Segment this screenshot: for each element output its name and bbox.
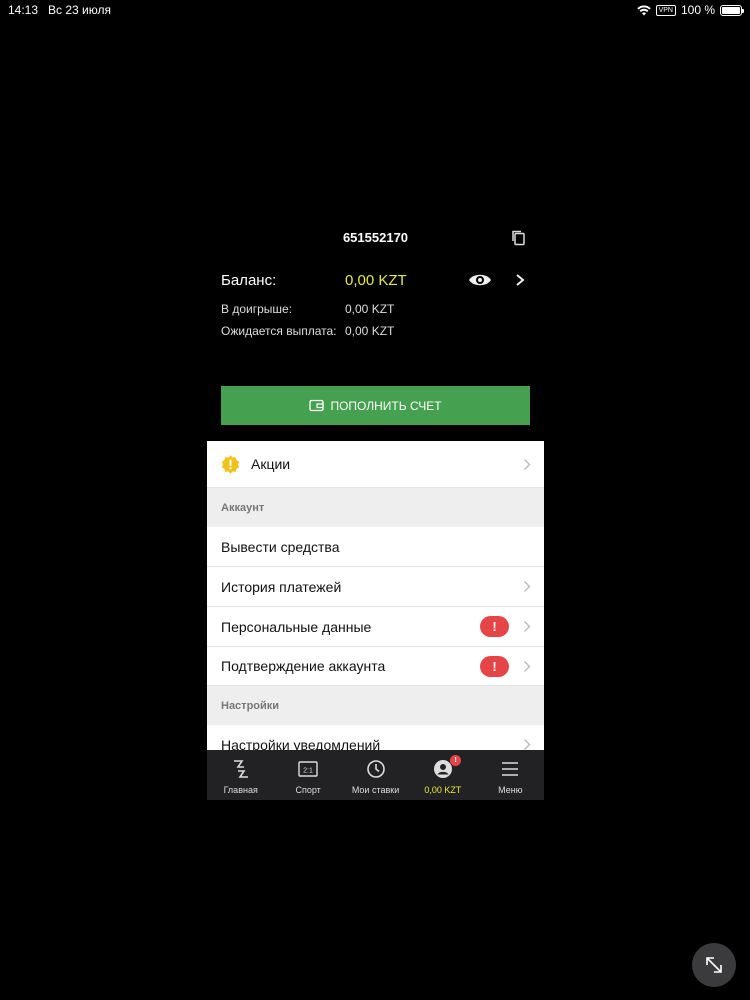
in-play-label: В доигрыше: xyxy=(221,302,293,316)
promo-badge-icon xyxy=(221,454,240,474)
tab-label: Главная xyxy=(223,785,258,795)
menu-item-label: Вывести средства xyxy=(221,538,340,555)
status-date: Вс 23 июля xyxy=(48,3,111,17)
expand-arrows-icon xyxy=(706,957,722,973)
alert-badge: ! xyxy=(480,656,509,677)
menu-item-label: Акции xyxy=(251,456,291,472)
tab-label: Мои ставки xyxy=(351,785,400,795)
chevron-right-icon[interactable] xyxy=(514,273,526,287)
hamburger-menu-icon xyxy=(502,762,519,776)
pending-payout-label: Ожидается выплата: xyxy=(221,324,337,338)
wallet-icon xyxy=(309,399,325,412)
menu-item-withdraw[interactable]: Вывести средства xyxy=(207,527,544,567)
eye-icon[interactable] xyxy=(468,270,492,290)
menu-item-notification-settings[interactable]: Настройки уведомлений xyxy=(207,725,544,750)
chevron-right-icon xyxy=(524,739,531,750)
menu-item-label: Подтверждение аккаунта xyxy=(221,658,386,674)
home-logo-icon xyxy=(233,760,248,778)
wifi-icon xyxy=(636,4,651,15)
section-header-account: Аккаунт xyxy=(207,488,544,527)
deposit-button[interactable]: ПОПОЛНИТЬ СЧЕТ xyxy=(221,386,530,425)
tab-label: Спорт xyxy=(295,785,321,795)
alert-badge: ! xyxy=(480,616,509,637)
chevron-right-icon xyxy=(524,581,531,592)
expand-fullscreen-button[interactable] xyxy=(692,943,736,987)
tab-sport[interactable]: 2:1 Спорт xyxy=(274,750,341,800)
tab-label: 0,00 KZT xyxy=(424,785,462,795)
menu-item-personal-data[interactable]: Персональные данные ! xyxy=(207,607,544,647)
tab-home[interactable]: Главная xyxy=(207,750,274,800)
balance-label: Баланс: xyxy=(221,272,277,289)
tab-label: Меню xyxy=(498,785,523,795)
balance-value: 0,00 KZT xyxy=(345,272,407,289)
tab-balance[interactable]: ! 0,00 KZT xyxy=(409,750,476,800)
menu-panel: Акции Аккаунт Вывести средства История п… xyxy=(207,441,544,750)
battery-percent: 100 % xyxy=(680,3,715,17)
tab-my-bets[interactable]: Мои ставки xyxy=(342,750,409,800)
account-id: 651552170 xyxy=(342,230,409,245)
clock-icon xyxy=(366,760,385,778)
chevron-right-icon xyxy=(524,621,531,632)
copy-icon[interactable] xyxy=(510,229,528,247)
menu-item-account-verification[interactable]: Подтверждение аккаунта ! xyxy=(207,647,544,686)
bottom-tab-bar: Главная 2:1 Спорт Мои ставки ! 0,00 KZT … xyxy=(207,750,544,800)
deposit-button-label: ПОПОЛНИТЬ СЧЕТ xyxy=(330,398,442,413)
battery-icon xyxy=(720,4,744,16)
pending-payout-value: 0,00 KZT xyxy=(345,324,395,338)
menu-item-label: История платежей xyxy=(221,578,342,595)
status-time: 14:13 xyxy=(8,3,39,17)
tab-menu[interactable]: Меню xyxy=(477,750,544,800)
vpn-badge: VPN xyxy=(655,4,676,16)
in-play-value: 0,00 KZT xyxy=(345,302,395,316)
scoreboard-icon: 2:1 xyxy=(298,761,318,777)
status-bar: 14:13 Вс 23 июля VPN 100 % xyxy=(0,0,750,20)
chevron-right-icon xyxy=(524,661,531,672)
section-header-settings: Настройки xyxy=(207,686,544,725)
chevron-right-icon xyxy=(524,459,531,470)
scoreboard-score: 2:1 xyxy=(303,768,313,775)
menu-item-promo[interactable]: Акции xyxy=(207,441,544,488)
menu-item-label: Персональные данные xyxy=(221,618,372,635)
menu-item-payment-history[interactable]: История платежей xyxy=(207,567,544,607)
notification-badge: ! xyxy=(450,755,462,766)
menu-item-label: Настройки уведомлений xyxy=(221,737,381,750)
